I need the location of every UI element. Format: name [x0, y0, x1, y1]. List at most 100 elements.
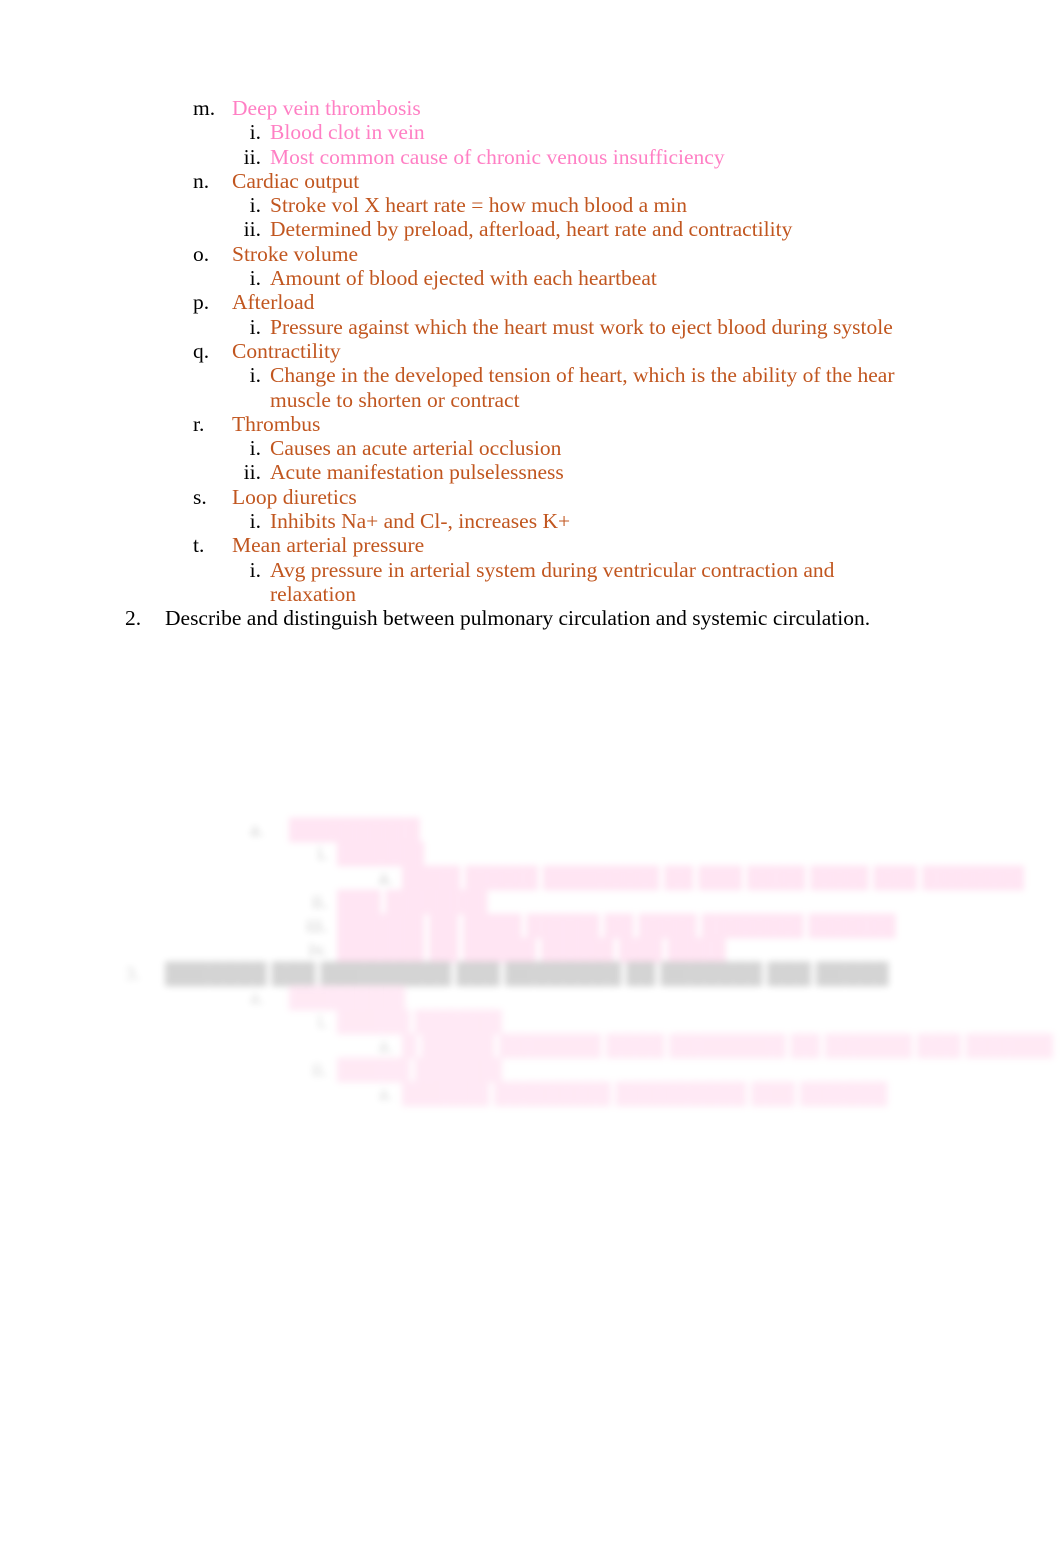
list-item-text: ███ ███████: [337, 891, 488, 913]
list-item-text: Contractility: [232, 338, 341, 363]
outline-item: i. Pressure against which the heart must …: [0, 315, 1062, 339]
list-item-text: Most common cause of chronic venous insu…: [270, 144, 725, 169]
list-item-text: Loop diuretics: [232, 484, 357, 509]
list-item-text: Inhibits Na+ and Cl-, increases K+: [270, 509, 571, 534]
list-marker: iii.: [305, 915, 328, 937]
list-item-text: ██████ ██ █████ █████ ███ ████: [337, 939, 726, 961]
list-item-text: ████████: [289, 987, 406, 1009]
outline-item: i. Change in the developed tension of hea…: [0, 363, 1062, 412]
list-item-text: █ █████ ███████ ████ ████████ ██ ██████ …: [402, 1035, 1054, 1057]
list-marker: a.: [378, 1083, 393, 1105]
faded-upper-item: ii. ███ ███████: [0, 890, 1062, 914]
list-marker: i.: [249, 363, 261, 388]
faded-lower-item: a. ████████: [0, 986, 1062, 1010]
outline-item: m. Deep vein thrombosis: [0, 96, 1062, 120]
list-marker: 3.: [125, 963, 141, 985]
list-item-text: ████ █████ ████████ ██ ███ ████ ████ ███…: [402, 867, 1024, 889]
list-marker: ii.: [311, 1059, 328, 1081]
list-item-text: ███████ ███ █████████ ███ ████████ ██ ██…: [165, 963, 889, 985]
list-item-text: Mean arterial pressure: [232, 533, 425, 558]
list-item-text: Causes an acute arterial occlusion: [270, 436, 562, 461]
outline-item: ii. Acute manifestation pulselessness: [0, 460, 1062, 484]
list-item-text: ██████ ████████ █████████ ███ ██████: [402, 1083, 888, 1105]
outline-item: i. Amount of blood ejected with each hear…: [0, 266, 1062, 290]
list-marker: o.: [193, 241, 210, 266]
outline-list: m. Deep vein thrombosis i. Blood clot in ve…: [0, 96, 1062, 631]
list-item-text: Acute manifestation pulselessness: [270, 460, 564, 485]
list-marker: i.: [317, 843, 328, 865]
outline-item: i. Stroke vol X heart rate = how much blo…: [0, 193, 1062, 217]
list-item-text: █████ ██████: [337, 1059, 502, 1081]
outline-item: i. Causes an acute arterial occlusion: [0, 436, 1062, 460]
list-item-text: Blood clot in vein: [270, 120, 425, 145]
list-item-text: ██████ ██ ████ █████ ██ ████ ███████ ███…: [337, 915, 896, 937]
list-marker: i.: [249, 314, 261, 339]
list-item-text: Change in the developed tension of heart…: [270, 363, 895, 412]
list-item-text: █████████: [289, 819, 420, 841]
list-marker: iv.: [308, 939, 328, 961]
faded-upper-item: a. ████ █████ ████████ ██ ███ ████ ████ █…: [0, 866, 1062, 890]
outline-item: r. Thrombus: [0, 412, 1062, 436]
faded-upper-item: iii. ██████ ██ ████ █████ ██ ████ ███████…: [0, 914, 1062, 938]
outline-item: i. Inhibits Na+ and Cl-, increases K+: [0, 509, 1062, 533]
list-marker: ii.: [243, 217, 261, 242]
document-page: m. Deep vein thrombosis i. Blood clot in ve…: [0, 0, 1062, 1561]
list-marker: ii.: [243, 144, 261, 169]
list-marker: a.: [378, 867, 393, 889]
outline-item: n. Cardiac output: [0, 169, 1062, 193]
list-marker: t.: [193, 533, 205, 558]
outline-item: p. Afterload: [0, 290, 1062, 314]
list-marker: i.: [249, 436, 261, 461]
faded-upper-item: a. █████████: [0, 818, 1062, 842]
list-marker: i.: [317, 1011, 328, 1033]
list-marker: m.: [193, 96, 216, 120]
list-item-text: ██████: [337, 843, 425, 865]
list-marker: n.: [193, 168, 210, 193]
list-marker: a.: [378, 1035, 393, 1057]
outline-item: 2. Describe and distinguish between pulmo…: [0, 606, 1062, 630]
list-item-text: Cardiac output: [232, 168, 360, 193]
list-marker: i.: [249, 557, 261, 582]
list-marker: ii.: [311, 891, 328, 913]
list-marker: i.: [249, 193, 261, 218]
list-item-text: Stroke vol X heart rate = how much blood…: [270, 193, 687, 218]
list-marker: 2.: [125, 606, 142, 631]
faded-ghost-block-lower: 3. ███████ ███ █████████ ███ ████████ ██ …: [0, 962, 1062, 1142]
outline-item: s. Loop diuretics: [0, 485, 1062, 509]
list-marker: i.: [249, 509, 261, 534]
outline-item: i. Blood clot in vein: [0, 120, 1062, 144]
list-item-text: █████ ██████: [337, 1011, 502, 1033]
list-item-text: Thrombus: [232, 411, 321, 436]
list-marker: p.: [193, 290, 210, 315]
outline-item: ii. Determined by preload, afterload, hea…: [0, 217, 1062, 241]
list-item-text: Describe and distinguish between pulmona…: [165, 606, 871, 631]
list-item-text: Amount of blood ejected with each heartb…: [270, 266, 657, 291]
list-marker: i.: [249, 266, 261, 291]
outline-item: ii. Most common cause of chronic venous i…: [0, 145, 1062, 169]
outline-item: i. Avg pressure in arterial system during…: [0, 558, 1062, 607]
list-marker: r.: [193, 411, 205, 436]
outline-item: q. Contractility: [0, 339, 1062, 363]
list-marker: a.: [250, 987, 265, 1009]
list-marker: a.: [250, 819, 265, 841]
list-item-text: Stroke volume: [232, 241, 358, 266]
faded-ghost-block-upper: a. █████████ i. ██████ a. ████ █████ ████████…: [0, 818, 1062, 1118]
list-item-text: Determined by preload, afterload, heart …: [270, 217, 793, 242]
faded-upper-item: i. ██████: [0, 842, 1062, 866]
list-marker: s.: [193, 484, 207, 509]
list-marker: q.: [193, 338, 210, 363]
list-marker: ii.: [243, 460, 261, 485]
outline-item: o. Stroke volume: [0, 242, 1062, 266]
faded-lower-item: ii. █████ ██████: [0, 1058, 1062, 1082]
outline-item: t. Mean arterial pressure: [0, 533, 1062, 557]
list-item-text: Avg pressure in arterial system during v…: [270, 557, 835, 606]
list-item-text: Pressure against which the heart must wo…: [270, 314, 893, 339]
list-marker: i.: [249, 120, 261, 145]
faded-lower-item: i. █████ ██████: [0, 1010, 1062, 1034]
faded-lower-item: a. █ █████ ███████ ████ ████████ ██ █████…: [0, 1034, 1062, 1058]
faded-upper-item: iv. ██████ ██ █████ █████ ███ ████: [0, 938, 1062, 962]
faded-lower-item: a. ██████ ████████ █████████ ███ ██████: [0, 1082, 1062, 1106]
faded-lower-item: 3. ███████ ███ █████████ ███ ████████ ██ …: [0, 962, 1062, 986]
list-item-text: Deep vein thrombosis: [232, 96, 421, 120]
list-item-text: Afterload: [232, 290, 315, 315]
